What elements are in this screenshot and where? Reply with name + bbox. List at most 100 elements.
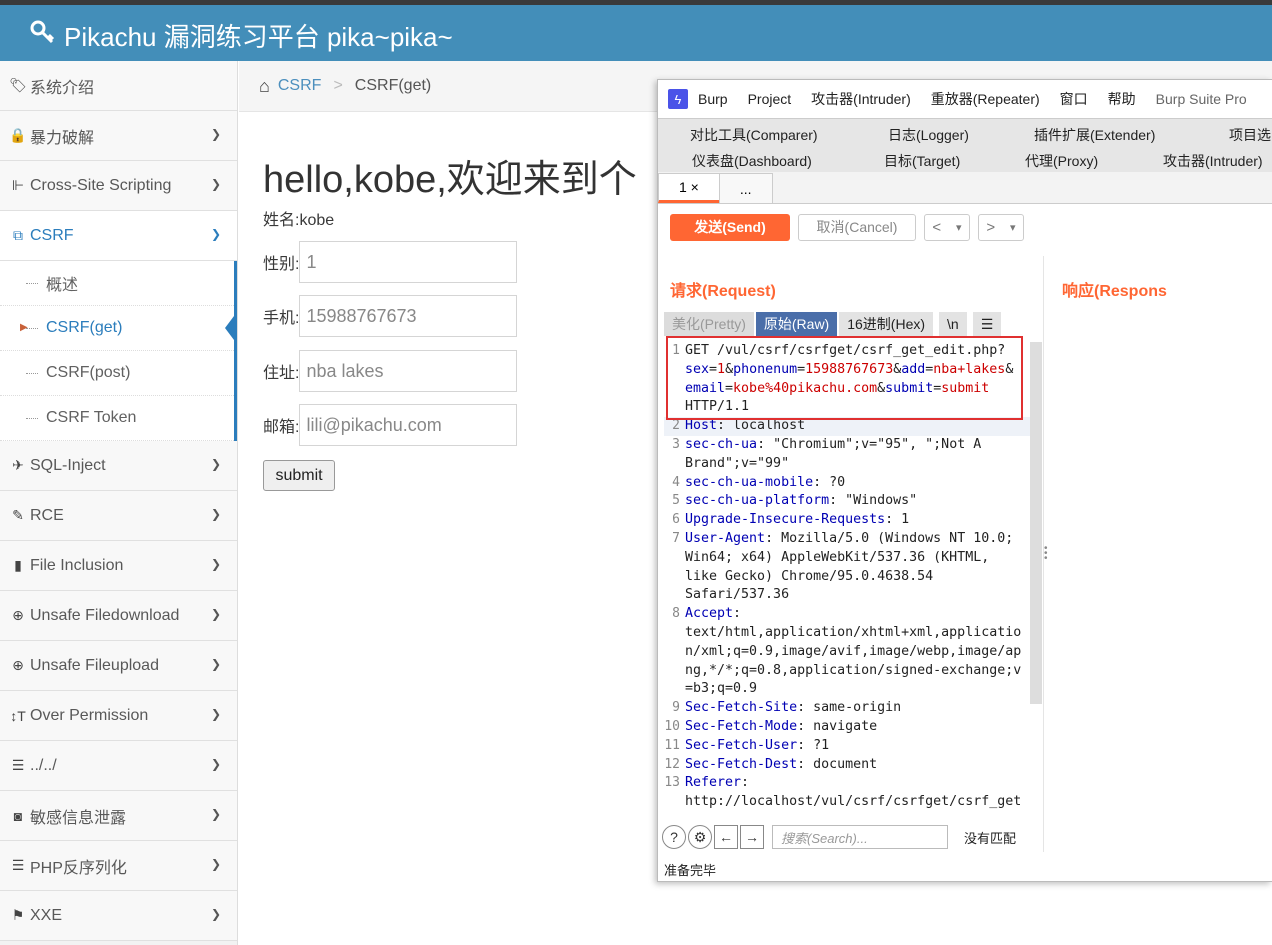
sidebar-item-rce[interactable]: ✎ RCE ❯ bbox=[0, 491, 237, 541]
menu-intruder[interactable]: 攻击器(Intruder) bbox=[811, 89, 911, 109]
line-text: Win64; x64) AppleWebKit/537.36 (KHTML, bbox=[685, 549, 990, 565]
sidebar-item-info-leak[interactable]: ◙ 敏感信息泄露 ❯ bbox=[0, 791, 237, 841]
tab-logger[interactable]: 日志(Logger) bbox=[888, 125, 969, 145]
brand[interactable]: Pikachu 漏洞练习平台 pika~pika~ bbox=[30, 17, 453, 54]
sidebar-item-label: Over Permission bbox=[30, 706, 149, 724]
request-line: 12 Sec-Fetch-Dest: document bbox=[664, 756, 1030, 775]
arrow-right-icon[interactable]: → bbox=[740, 825, 764, 849]
request-line: ng,*/*;q=0.8,application/signed-exchange… bbox=[664, 662, 1030, 681]
send-button[interactable]: 发送(Send) bbox=[670, 213, 790, 241]
view-tab-hex[interactable]: 16进制(Hex) bbox=[839, 312, 934, 336]
sidebar-item-file-inclusion[interactable]: ▮ File Inclusion ❯ bbox=[0, 541, 237, 591]
line-number bbox=[664, 793, 685, 812]
tab-extender[interactable]: 插件扩展(Extender) bbox=[1034, 125, 1155, 145]
sidebar-item-label: 系统介绍 bbox=[30, 79, 95, 97]
tab-intruder[interactable]: 攻击器(Intruder) bbox=[1163, 151, 1263, 171]
menu-window[interactable]: 窗口 bbox=[1060, 89, 1088, 109]
sidebar-item-xss[interactable]: ⊩ Cross-Site Scripting ❯ bbox=[0, 161, 237, 211]
sidebar-item-intro[interactable]: 🏷 系统介绍 bbox=[0, 61, 237, 111]
burp-menubar: ϟ Burp Project 攻击器(Intruder) 重放器(Repeate… bbox=[658, 80, 1272, 118]
chevron-down-icon: ❯ bbox=[210, 657, 221, 671]
chevron-down-icon: ❯ bbox=[210, 507, 221, 521]
menu-help[interactable]: 帮助 bbox=[1108, 89, 1136, 109]
line-text: http://localhost/vul/csrf/csrfget/csrf_g… bbox=[685, 794, 1022, 810]
view-tab-pretty[interactable]: 美化(Pretty) bbox=[664, 312, 754, 336]
line-number bbox=[664, 662, 685, 681]
tab-project-options[interactable]: 项目选 bbox=[1229, 125, 1271, 145]
repeater-tab-new[interactable]: ... bbox=[718, 173, 773, 203]
sidebar-item-csrf[interactable]: ⧉ CSRF ❯ bbox=[0, 211, 237, 261]
tab-comparer[interactable]: 对比工具(Comparer) bbox=[690, 125, 818, 145]
address-input[interactable]: nba lakes bbox=[299, 350, 518, 392]
menu-repeater[interactable]: 重放器(Repeater) bbox=[931, 89, 1040, 109]
menu-project[interactable]: Project bbox=[748, 91, 792, 107]
line-number: 11 bbox=[664, 737, 680, 753]
line-number bbox=[664, 680, 685, 699]
search-input[interactable]: 搜索(Search)... bbox=[772, 825, 948, 849]
sidebar-item-php-unserialize[interactable]: ☰ PHP反序列化 ❯ bbox=[0, 841, 237, 891]
key-icon bbox=[30, 19, 56, 52]
request-line: 7 User-Agent: Mozilla/5.0 (Windows NT 10.… bbox=[664, 530, 1030, 549]
menu-burp[interactable]: Burp bbox=[698, 91, 728, 107]
name-label: 姓名:kobe bbox=[263, 212, 335, 229]
request-line: =b3;q=0.9 bbox=[664, 680, 1030, 699]
request-line: like Gecko) Chrome/95.0.4638.54 bbox=[664, 568, 1030, 587]
highlight-box bbox=[666, 336, 1023, 420]
line-text: Sec-Fetch-User: ?1 bbox=[685, 737, 830, 753]
history-back-button[interactable]: < ▾ bbox=[924, 213, 970, 241]
line-number bbox=[664, 455, 685, 474]
phone-input[interactable]: 15988767673 bbox=[299, 295, 518, 337]
home-icon[interactable]: ⌂ bbox=[259, 76, 270, 97]
cancel-button[interactable]: 取消(Cancel) bbox=[798, 213, 916, 241]
sidebar-sub-csrf-post[interactable]: CSRF(post) bbox=[0, 351, 234, 396]
sidebar-sub-csrf-token[interactable]: CSRF Token bbox=[0, 396, 234, 441]
sidebar-sub-label: CSRF Token bbox=[46, 409, 137, 426]
line-text: Safari/537.36 bbox=[685, 587, 790, 603]
sidebar-item-dir-traversal[interactable]: ☰ ../../ ❯ bbox=[0, 741, 237, 791]
active-pointer bbox=[225, 312, 237, 344]
sex-input[interactable]: 1 bbox=[299, 241, 518, 283]
line-number bbox=[664, 643, 685, 662]
request-view-tabs: 美化(Pretty) 原始(Raw) 16进制(Hex) \n ☰ bbox=[664, 312, 1003, 336]
submit-button[interactable]: submit bbox=[263, 460, 335, 491]
sidebar-item-label: 暴力破解 bbox=[30, 129, 95, 147]
help-icon[interactable]: ? bbox=[662, 825, 686, 849]
sidebar-item-over-permission[interactable]: ↕T Over Permission ❯ bbox=[0, 691, 237, 741]
search-bar: ? ⚙ ← → 搜索(Search)... 没有匹配 bbox=[658, 822, 1043, 852]
gear-icon[interactable]: ⚙ bbox=[688, 825, 712, 849]
sidebar-item-bruteforce[interactable]: 🔒 暴力破解 ❯ bbox=[0, 111, 237, 161]
tab-target[interactable]: 目标(Target) bbox=[884, 151, 960, 171]
sidebar-item-sqli[interactable]: ✈ SQL-Inject ❯ bbox=[0, 441, 237, 491]
sidebar-sub-csrf-get[interactable]: ▶ CSRF(get) bbox=[0, 306, 237, 351]
upload-icon: ⊕ bbox=[12, 657, 24, 673]
sidebar-item-label: Unsafe Fileupload bbox=[30, 656, 159, 674]
match-count: 没有匹配 bbox=[964, 830, 1017, 846]
request-line: Brand";v="99" bbox=[664, 455, 1030, 474]
view-tab-raw[interactable]: 原始(Raw) bbox=[755, 312, 838, 336]
line-text: n/xml;q=0.9,image/avif,image/webp,image/… bbox=[685, 643, 1022, 659]
tab-proxy[interactable]: 代理(Proxy) bbox=[1025, 151, 1098, 171]
pane-grip-icon[interactable]: • • • bbox=[1044, 544, 1048, 564]
request-line: 6 Upgrade-Insecure-Requests: 1 bbox=[664, 511, 1030, 530]
email-input[interactable]: lili@pikachu.com bbox=[299, 404, 518, 446]
breadcrumb-link[interactable]: CSRF bbox=[278, 77, 322, 95]
file-icon: ▮ bbox=[14, 557, 22, 573]
repeater-tab-1[interactable]: 1 × bbox=[658, 173, 720, 203]
line-number: 9 bbox=[672, 700, 680, 716]
sidebar-sub-overview[interactable]: 概述 bbox=[0, 261, 234, 306]
chevron-down-icon: ❯ bbox=[210, 607, 221, 621]
lock-icon: 🔒 bbox=[9, 127, 27, 143]
download-icon: ⊕ bbox=[12, 607, 24, 623]
plane-icon: ✈ bbox=[12, 457, 24, 473]
editor-scrollbar[interactable] bbox=[1030, 342, 1042, 704]
sidebar-item-xxe[interactable]: ⚑ XXE ❯ bbox=[0, 891, 237, 941]
tab-dashboard[interactable]: 仪表盘(Dashboard) bbox=[692, 151, 812, 171]
arrow-left-icon[interactable]: ← bbox=[714, 825, 738, 849]
newline-toggle[interactable]: \n bbox=[939, 312, 967, 336]
pencil-icon: ✎ bbox=[12, 507, 24, 523]
sidebar-item-fileupload[interactable]: ⊕ Unsafe Fileupload ❯ bbox=[0, 641, 237, 691]
menu-icon[interactable]: ☰ bbox=[972, 312, 1002, 336]
history-forward-button[interactable]: > ▾ bbox=[978, 213, 1024, 241]
sidebar-item-filedownload[interactable]: ⊕ Unsafe Filedownload ❯ bbox=[0, 591, 237, 641]
line-number bbox=[664, 624, 685, 643]
